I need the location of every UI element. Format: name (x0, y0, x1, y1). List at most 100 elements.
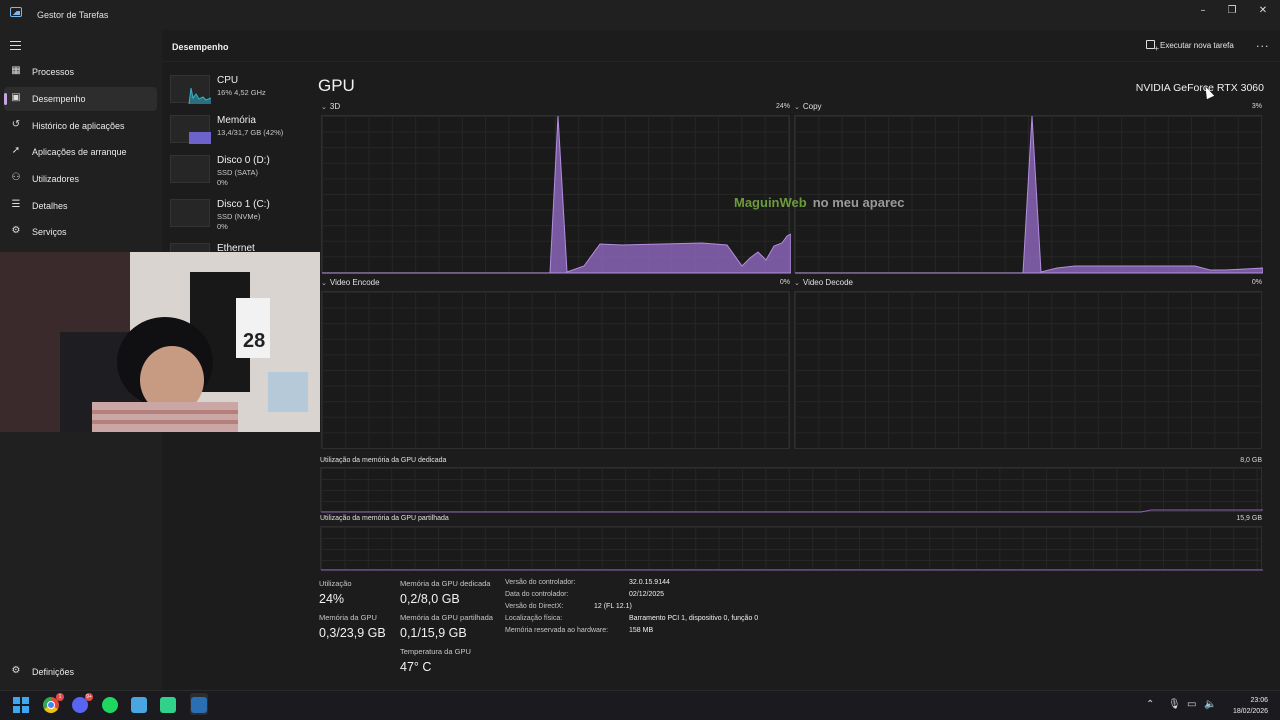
driver-version-label: Versão do controlador: (505, 579, 576, 586)
graph-video-encode (321, 291, 790, 449)
device-name: CPU (217, 75, 239, 86)
shared-memory-stat-label: Memória da GPU partilhada (400, 613, 493, 622)
directx-version-value: 12 (FL 12.1) (594, 603, 632, 610)
device-item-memory[interactable]: Memória 13,4/31,7 GB (42%) (170, 111, 316, 147)
windows-start-icon[interactable] (13, 697, 29, 713)
gpu-title: GPU (318, 76, 355, 95)
device-detail: 16% 4,52 GHz (217, 88, 266, 97)
physical-location-value: Barramento PCI 1, dispositivo 0, função … (629, 615, 759, 622)
nav-label: Aplicações de arranque (32, 147, 127, 157)
graph-label: Video Encode (329, 278, 380, 287)
shared-memory-plot (321, 569, 1263, 571)
shared-memory-max: 15,9 GB (1236, 515, 1262, 522)
graph-copy-selector[interactable]: ⌄ Copy (794, 102, 822, 111)
details-icon: ☰ (11, 199, 21, 210)
device-item-cpu[interactable]: CPU 16% 4,52 GHz (170, 71, 316, 107)
nav-label: Desempenho (32, 94, 86, 104)
graph-video-decode-value: 0% (1251, 279, 1262, 286)
run-task-label: Executar nova tarefa (1160, 41, 1234, 50)
device-item-ethernet[interactable]: Ethernet (170, 239, 316, 253)
gpu-memory-stat-value: 0,3/23,9 GB (319, 626, 386, 640)
graph-copy (794, 115, 1263, 274)
microphone-icon[interactable]: 🎙 (1168, 699, 1181, 710)
clock-time: 23:06 (1250, 697, 1268, 704)
spotify-icon[interactable] (102, 697, 118, 713)
shared-memory-graph (320, 526, 1263, 571)
settings-icon: ⚙ (11, 665, 21, 676)
nav-item-services[interactable]: ⚙ Serviços (4, 220, 157, 244)
graph-3d (321, 115, 791, 274)
chrome-badge: 1 (56, 693, 64, 701)
hardware-reserved-memory-value: 158 MB (629, 627, 654, 634)
memory-thumbnail (170, 115, 211, 144)
graph-video-encode-selector[interactable]: ⌄ Video Encode (321, 278, 380, 287)
webcam-overlay: 28 (0, 252, 320, 432)
chevron-down-icon: ⌄ (794, 279, 800, 287)
watermark-text: MaguinWeb no meu aparec (734, 195, 904, 210)
clock[interactable]: 23:06 18/02/2026 (1233, 695, 1268, 717)
graph-3d-selector[interactable]: ⌄ 3D (321, 102, 340, 111)
nav-label: Serviços (32, 227, 67, 237)
utilization-value: 24% (319, 592, 345, 606)
nav-label: Utilizadores (32, 174, 80, 184)
task-manager-taskbar-icon[interactable] (191, 697, 207, 713)
nav-label: Histórico de aplicações (32, 121, 125, 131)
nav-item-app-history[interactable]: ↺ Histórico de aplicações (4, 114, 157, 138)
device-usage: 0% (217, 222, 228, 231)
restore-button[interactable]: ❐ (1221, 4, 1243, 18)
device-list: CPU 16% 4,52 GHz Memória 13,4/31,7 GB (4… (162, 63, 318, 253)
nav-item-startup-apps[interactable]: ➚ Aplicações de arranque (4, 140, 157, 164)
disk1-thumbnail (170, 199, 210, 227)
device-name: Disco 1 (C:) (217, 199, 270, 210)
nav-item-settings[interactable]: ⚙ Definições (4, 660, 157, 684)
volume-icon[interactable]: 🔈 (1204, 699, 1216, 710)
shared-memory-label: Utilização da memória da GPU partilhada (320, 515, 449, 522)
physical-location-label: Localização física: (505, 615, 563, 622)
directx-version-label: Versão do DirectX: (505, 603, 564, 610)
more-options-button[interactable]: ... (1256, 37, 1270, 50)
hardware-reserved-memory-label: Memória reservada ao hardware: (505, 627, 609, 634)
gpu-temperature-label: Temperatura da GPU (400, 647, 471, 656)
app-green-icon[interactable] (160, 697, 176, 713)
discord-badge: 9+ (85, 693, 93, 701)
driver-date-value: 02/12/2025 (629, 591, 665, 598)
dedicated-memory-max: 8,0 GB (1240, 457, 1262, 464)
device-item-disk0[interactable]: Disco 0 (D:) SSD (SATA) 0% (170, 151, 316, 187)
svg-text:28: 28 (243, 330, 265, 352)
watermark-part1: MaguinWeb (734, 195, 807, 210)
close-button[interactable]: ✕ (1252, 4, 1274, 18)
dedicated-memory-stat-value: 0,2/8,0 GB (400, 592, 460, 606)
graph-video-decode-selector[interactable]: ⌄ Video Decode (794, 278, 853, 287)
chevron-down-icon: ⌄ (321, 279, 327, 287)
notepad-icon[interactable] (131, 697, 147, 713)
minimize-button[interactable]: – (1192, 4, 1214, 18)
dedicated-memory-plot (321, 509, 1263, 513)
hamburger-menu-icon[interactable] (10, 41, 21, 50)
nav-item-details[interactable]: ☰ Detalhes (4, 194, 157, 218)
chrome-icon[interactable]: 1 (43, 693, 64, 713)
shared-memory-stat-value: 0,1/15,9 GB (400, 626, 467, 640)
nav-item-performance[interactable]: ▣ Desempenho (4, 87, 157, 111)
run-new-task-button[interactable]: Executar nova tarefa (1146, 40, 1234, 54)
device-item-disk1[interactable]: Disco 1 (C:) SSD (NVMe) 0% (170, 195, 316, 231)
dedicated-memory-stat-label: Memória da GPU dedicada (400, 579, 491, 588)
nav-item-users[interactable]: ⚇ Utilizadores (4, 167, 157, 191)
device-name: Memória (217, 115, 256, 126)
driver-date-label: Data do controlador: (505, 591, 569, 598)
cpu-thumbnail (170, 75, 212, 105)
nav-label: Definições (32, 667, 75, 677)
users-icon: ⚇ (11, 172, 21, 183)
graph-video-encode-value: 0% (779, 279, 790, 286)
chevron-up-icon[interactable]: ⌃ (1146, 699, 1154, 710)
discord-icon[interactable]: 9+ (72, 693, 93, 713)
network-icon[interactable]: ▭ (1187, 699, 1196, 710)
nav-item-processes[interactable]: ▦ Processos (4, 60, 157, 84)
device-detail: SSD (NVMe) (217, 212, 261, 221)
graph-copy-value: 3% (1251, 103, 1262, 110)
run-task-icon (1146, 40, 1159, 53)
app-history-icon: ↺ (11, 119, 21, 130)
device-detail: 13,4/31,7 GB (42%) (217, 128, 284, 137)
page-title: Desempenho (172, 42, 229, 52)
device-detail: SSD (SATA) (217, 168, 258, 177)
graph-3d-value: 24% (775, 103, 790, 110)
